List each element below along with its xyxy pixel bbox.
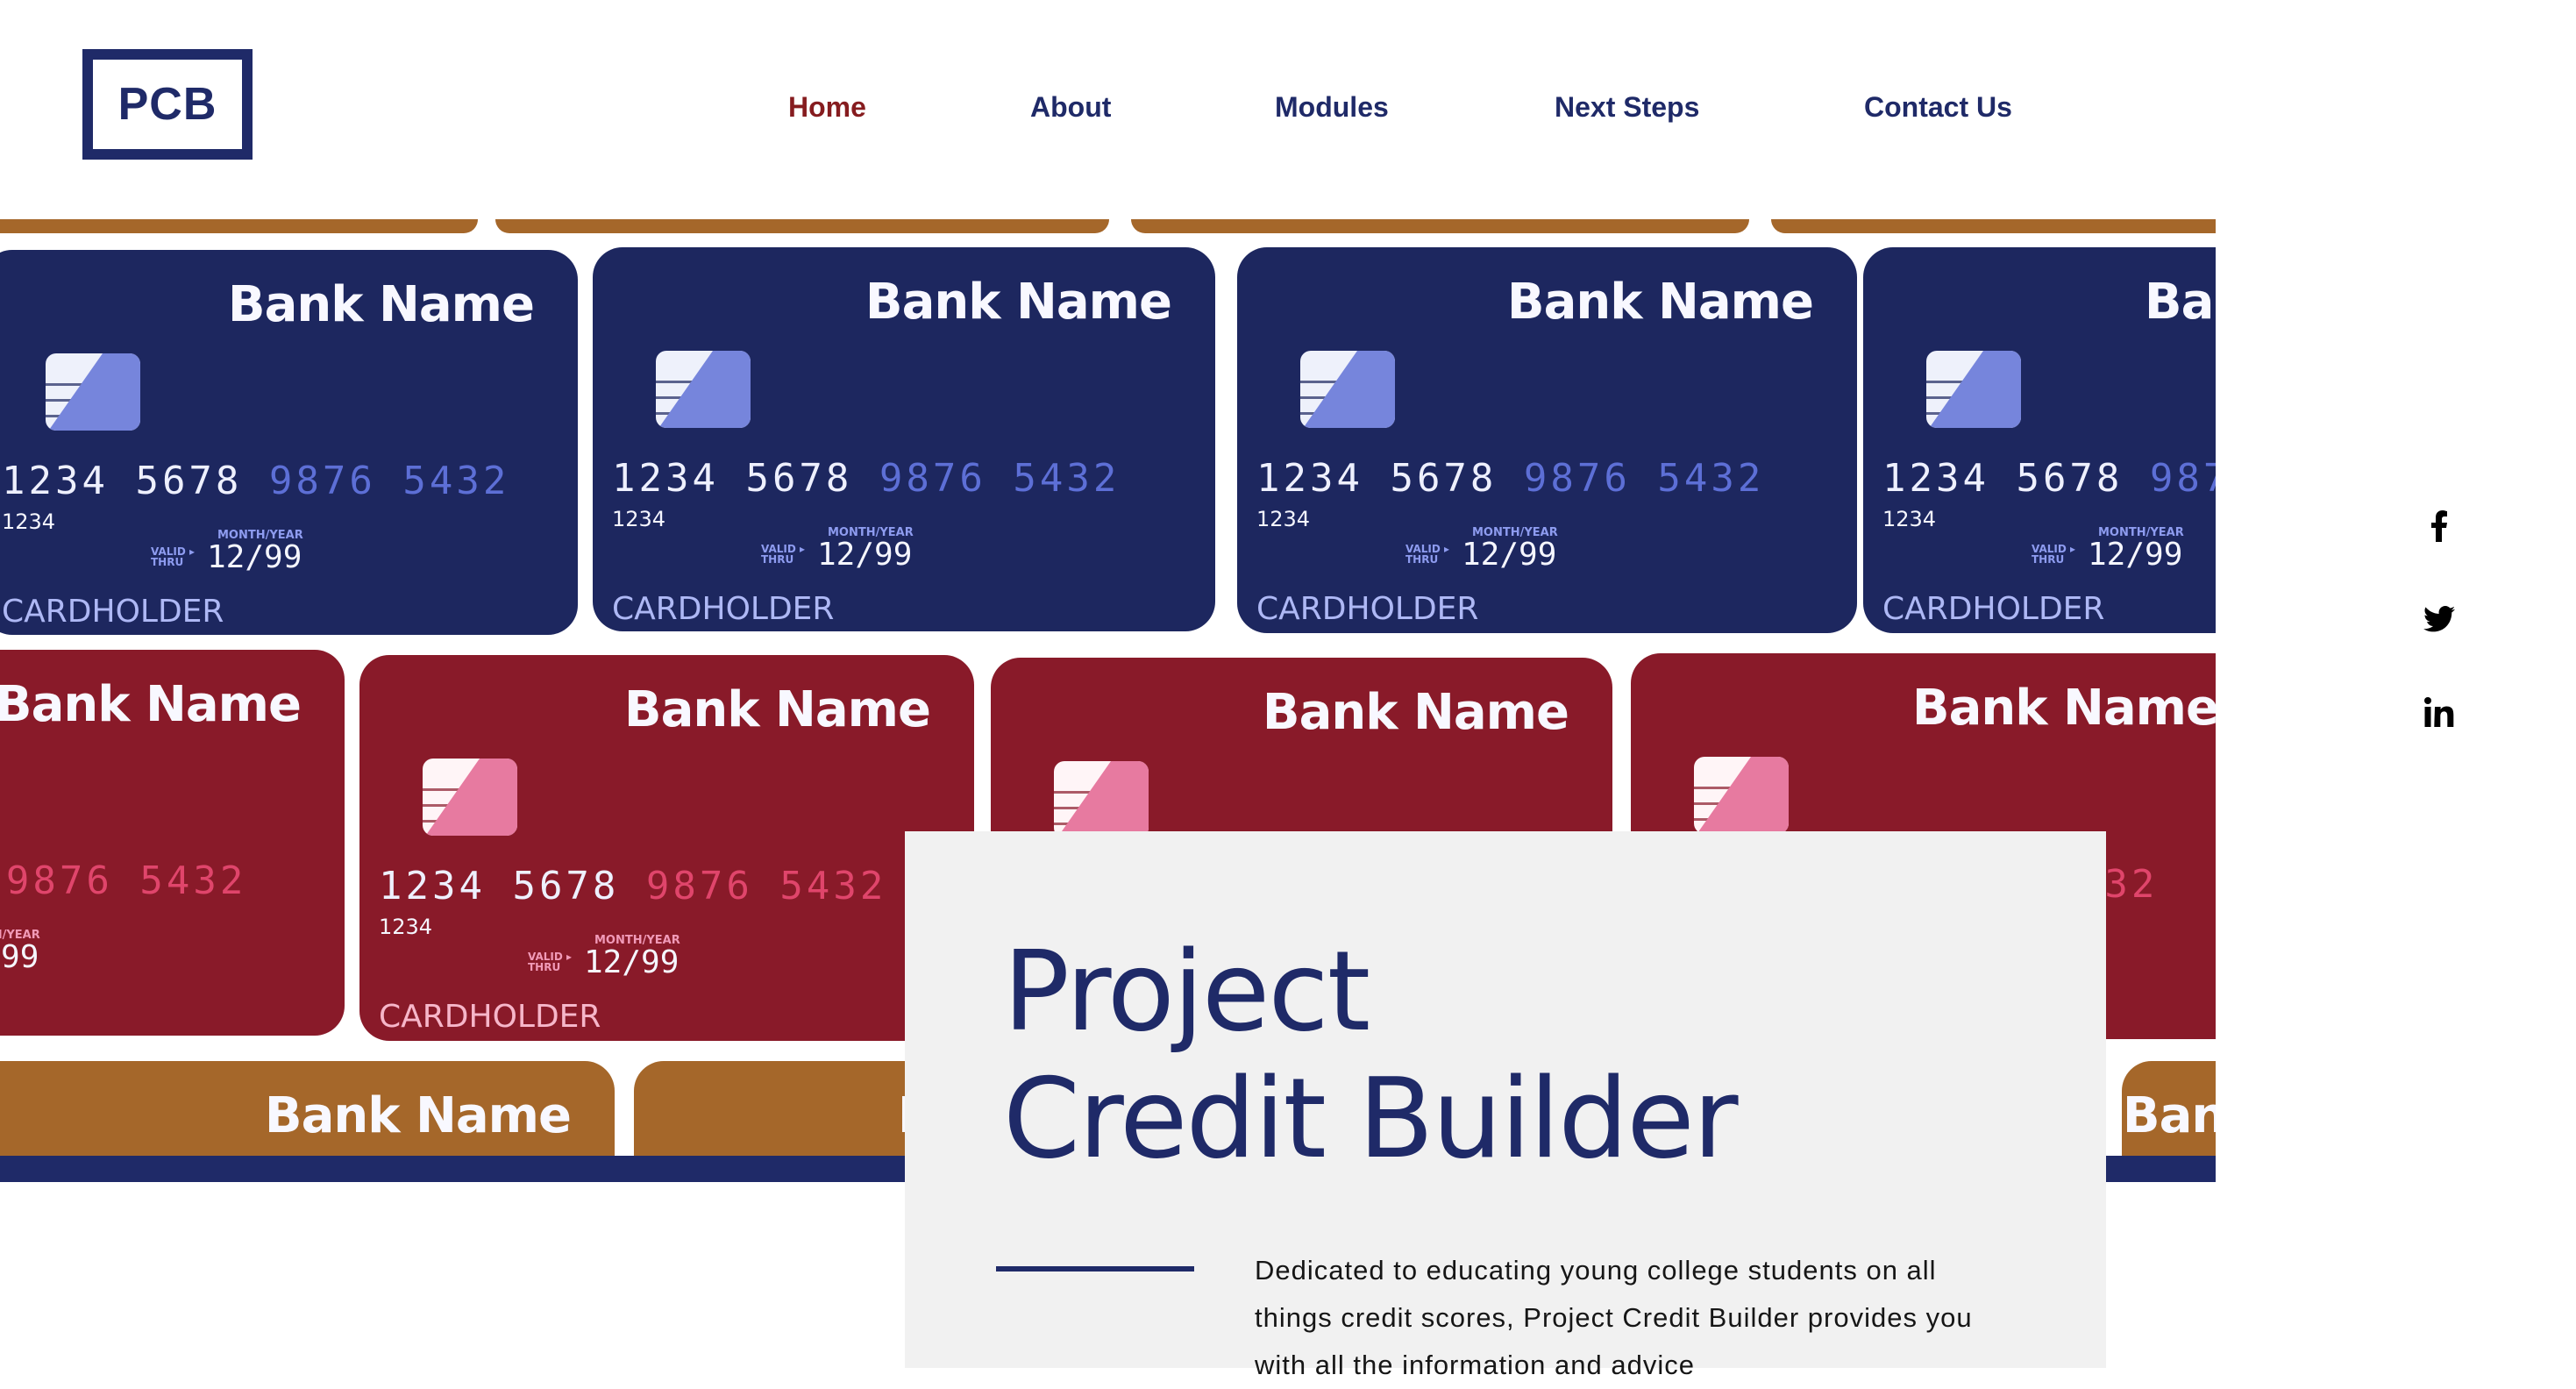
credit-card-navy: Bank Name1234 5678 9876 54321234MONTH/YE… <box>1863 247 2216 633</box>
facebook-icon <box>2431 510 2447 542</box>
title-line-2: Credit Builder <box>1003 1054 1739 1183</box>
card-expiry: 12/99 <box>2088 537 2183 573</box>
card-expiry: 12/99 <box>584 944 680 980</box>
card-edge-strip <box>495 219 1109 233</box>
card-sub-number: 1234 <box>379 915 433 939</box>
card-sub-number: 1234 <box>1882 507 1937 531</box>
card-chip-icon <box>423 759 517 836</box>
card-expiry: 12/99 <box>0 939 39 975</box>
title-line-1: Project <box>1003 927 1370 1056</box>
card-number: 1234 5678 9876 5432 <box>1256 456 1765 501</box>
card-sub-number: 1234 <box>612 507 666 531</box>
card-number: 1234 5678 9876 5432 <box>0 858 247 903</box>
card-expiry: 12/99 <box>817 537 913 573</box>
card-edge-strip <box>0 219 478 233</box>
card-holder: CARDHOLDER <box>1882 591 2105 627</box>
card-bank-name: Bank Name <box>1506 274 1814 331</box>
card-edge-strip <box>1131 219 1749 233</box>
facebook-link[interactable] <box>2422 507 2457 545</box>
card-bank-name: Bank Name <box>1262 684 1569 741</box>
card-expiry: 12/99 <box>207 539 302 575</box>
nav-contact-us[interactable]: Contact Us <box>1864 88 2012 126</box>
card-sub-number: 1234 <box>1256 507 1311 531</box>
credit-card-navy: Bank Name1234 5678 9876 54321234MONTH/YE… <box>1237 247 1857 633</box>
linkedin-link[interactable] <box>2422 693 2457 731</box>
linkedin-icon <box>2424 697 2454 727</box>
credit-card-red: Bank Name1234 5678 9876 54321234MONTH/YE… <box>0 650 345 1036</box>
card-bank-name: Bank Name <box>1911 680 2216 737</box>
credit-card-navy: Bank Name1234 5678 9876 54321234MONTH/YE… <box>0 250 578 635</box>
card-chip-icon <box>46 353 140 431</box>
twitter-icon <box>2423 606 2455 632</box>
card-chip-icon <box>656 351 751 428</box>
nav-modules[interactable]: Modules <box>1275 88 1389 126</box>
card-valid-thru-label: VALID ▸THRU <box>1405 543 1450 566</box>
card-bank-name: Bank Name <box>0 676 302 733</box>
card-number: 1234 5678 9876 5432 <box>612 456 1121 501</box>
card-bank-name: Bank Name <box>865 274 1172 331</box>
intro-panel: Project Credit Builder Dedicated to educ… <box>905 831 2106 1380</box>
page-title: Project Credit Builder <box>1003 927 1739 1183</box>
card-valid-thru-label: VALID ▸THRU <box>151 545 196 568</box>
card-sub-number: 1234 <box>2 509 56 534</box>
twitter-link[interactable] <box>2422 600 2457 638</box>
card-chip-icon <box>1300 351 1395 428</box>
card-holder: CARDHOLDER <box>612 591 835 627</box>
card-bank-name: Bank Name <box>227 276 535 333</box>
nav-home[interactable]: Home <box>788 88 866 126</box>
card-valid-thru-label: VALID ▸THRU <box>528 951 573 973</box>
card-expiry: 12/99 <box>1462 537 1557 573</box>
card-valid-thru-label: VALID ▸THRU <box>2032 543 2076 566</box>
card-bank-name: Bank Name <box>2144 274 2216 331</box>
card-edge-strip <box>1771 219 2216 233</box>
card-number: 1234 5678 9876 5432 <box>1882 456 2216 501</box>
credit-card-navy: Bank Name1234 5678 9876 54321234MONTH/YE… <box>593 247 1215 631</box>
credit-card-red: Bank Name1234 5678 9876 54321234MONTH/YE… <box>359 655 974 1041</box>
card-number: 1234 5678 9876 5432 <box>379 864 887 908</box>
card-chip-icon <box>1694 757 1789 834</box>
card-bank-name: Bank Name <box>623 681 931 738</box>
card-holder: CARDHOLDER <box>2 594 224 630</box>
nav-about[interactable]: About <box>1030 88 1111 126</box>
nav-next-steps[interactable]: Next Steps <box>1555 88 1699 126</box>
logo[interactable]: PCB <box>82 49 253 160</box>
card-bank-name: Bank Name <box>2122 1087 2216 1144</box>
logo-text: PCB <box>117 79 217 130</box>
card-chip-icon <box>1054 761 1149 838</box>
card-number: 1234 5678 9876 5432 <box>2 459 510 503</box>
divider <box>996 1266 1194 1271</box>
card-holder: CARDHOLDER <box>1256 591 1479 627</box>
card-chip-icon <box>1926 351 2021 428</box>
card-valid-thru-label: VALID ▸THRU <box>761 543 806 566</box>
card-holder: CARDHOLDER <box>379 999 601 1035</box>
card-bank-name: Bank Name <box>264 1087 572 1144</box>
